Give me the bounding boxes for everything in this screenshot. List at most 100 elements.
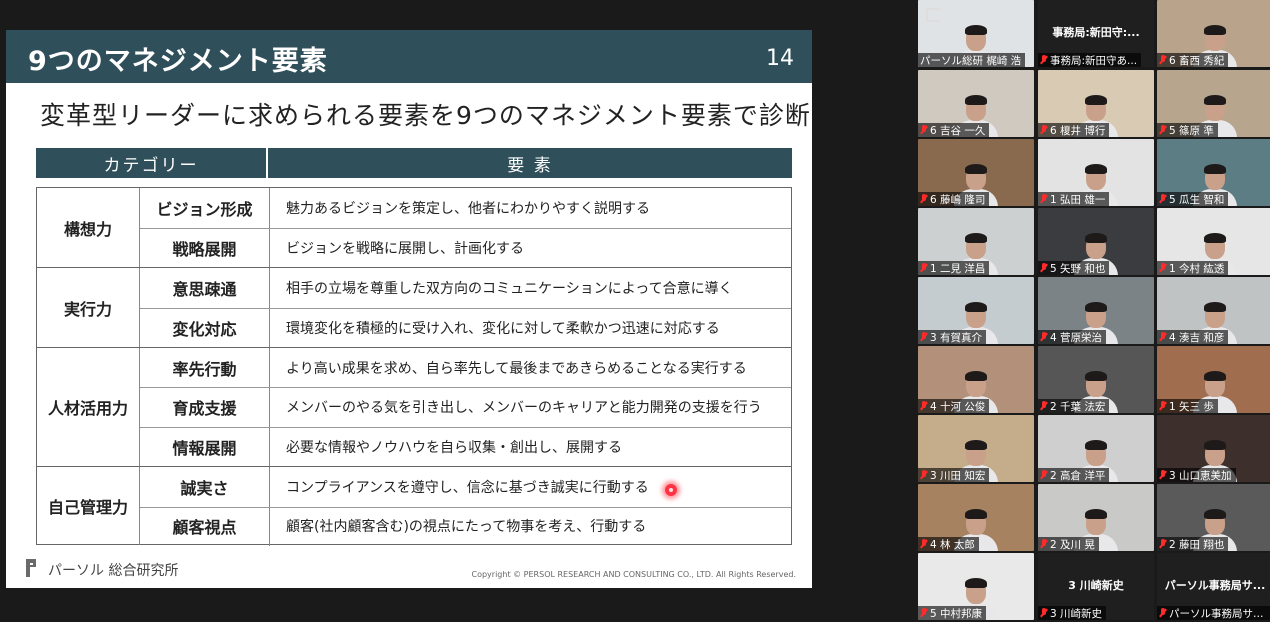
participant-name-bar: 3 山口恵美加 [1157, 468, 1236, 482]
participant-tile[interactable]: 4 湊吉 和彦 [1157, 277, 1270, 344]
muted-mic-icon [1040, 332, 1048, 342]
participant-tile[interactable]: 1 弘田 雄一 [1038, 139, 1154, 206]
participant-tile[interactable]: 2 千葉 法宏 [1038, 346, 1154, 413]
participant-name-bar: 6 吉谷 一久 [918, 123, 990, 137]
element-name: 育成支援 [140, 387, 270, 428]
muted-mic-icon [920, 401, 928, 411]
participant-tile[interactable]: 6 藤嶋 隆司 [918, 139, 1034, 206]
group-label: 構想力 [37, 188, 140, 268]
row-divider [140, 227, 791, 229]
participant-name: 4 湊吉 和彦 [1169, 331, 1225, 344]
participant-tile[interactable]: 5 中村邦康 [918, 553, 1034, 620]
element-name: 戦略展開 [140, 227, 270, 268]
element-description: ビジョンを戦略に展開し、計画化する [286, 240, 524, 257]
slide-copyright: Copyright © PERSOL RESEARCH AND CONSULTI… [471, 570, 797, 579]
participant-name: 5 中村邦康 [930, 607, 983, 620]
table-row: 情報展開 必要な情報やノウハウを自ら収集・創出し、展開する [140, 427, 791, 467]
participant-tile[interactable]: パーソル事務局サ... パーソル事務局サポ... [1157, 553, 1270, 620]
participant-tile[interactable]: パーソル総研 梶崎 浩 [918, 0, 1034, 67]
participant-tile[interactable]: 5 矢野 和也 [1038, 208, 1154, 275]
element-description: 魅力あるビジョンを策定し、他者にわかりやすく説明する [286, 200, 650, 217]
participant-tile[interactable]: 1 矢三 歩 [1157, 346, 1270, 413]
table-row: ビジョン形成 魅力あるビジョンを策定し、他者にわかりやすく説明する [140, 188, 791, 228]
participant-name: 3 川田 知宏 [930, 469, 986, 482]
muted-mic-icon [1040, 608, 1048, 618]
element-description: 相手の立場を尊重した双方向のコミュニケーションによって合意に導く [286, 281, 733, 298]
participant-name: 3 有賀真介 [930, 331, 983, 344]
participant-tile[interactable]: 5 瓜生 智和 [1157, 139, 1270, 206]
slide-footer-org: パーソル 総合研究所 [48, 563, 179, 579]
muted-mic-icon [1159, 125, 1167, 135]
laser-pointer-icon [665, 484, 677, 496]
participant-tile[interactable]: 3 有賀真介 [918, 277, 1034, 344]
participant-name: 5 矢野 和也 [1050, 262, 1106, 275]
shared-screen-slide: 9つのマネジメント要素 14 変革型リーダーに求められる要素を9つのマネジメント… [6, 30, 812, 588]
element-description: 環境変化を積極的に受け入れ、変化に対して柔軟かつ迅速に対応する [286, 320, 720, 337]
muted-mic-icon [1040, 194, 1048, 204]
participant-name-bar: 1 弘田 雄一 [1038, 192, 1110, 206]
element-name: 変化対応 [140, 308, 270, 348]
participant-tile[interactable]: 3 山口恵美加 [1157, 415, 1270, 482]
element-description: より高い成果を求め、自ら率先して最後まであきらめることなる実行する [286, 360, 747, 377]
participant-tile[interactable]: 2 藤田 翔也 [1157, 484, 1270, 551]
row-divider [140, 387, 791, 389]
muted-mic-icon [920, 263, 928, 273]
participant-tile[interactable]: 1 今村 紘透 [1157, 208, 1270, 275]
element-name: 情報展開 [140, 427, 270, 467]
participant-tile[interactable]: 6 吉谷 一久 [918, 70, 1034, 137]
table-row: 戦略展開 ビジョンを戦略に展開し、計画化する [140, 227, 791, 268]
participant-name-bar: 6 畜西 秀紀 [1157, 53, 1229, 67]
participant-tile[interactable]: 6 榎井 博行 [1038, 70, 1154, 137]
participant-tile[interactable]: 2 高倉 洋平 [1038, 415, 1154, 482]
slide-subtitle: 変革型リーダーに求められる要素を9つのマネジメント要素で診断 [40, 101, 811, 130]
participant-tile[interactable]: 4 十河 公俊 [918, 346, 1034, 413]
table-group: 人材活用力 率先行動 より高い成果を求め、自ら率先して最後まであきらめることなる実行… [37, 346, 791, 467]
participant-name-bar: 4 湊吉 和彦 [1157, 330, 1229, 344]
participant-tile[interactable]: 3 川田 知宏 [918, 415, 1034, 482]
participant-tile[interactable]: 5 篠原 準 [1157, 70, 1270, 137]
participant-tile[interactable]: 4 林 太郎 [918, 484, 1034, 551]
participant-name: 事務局:新田守あ... [1050, 54, 1138, 67]
participant-name: 3 川崎新史 [1050, 607, 1103, 620]
participant-tile[interactable]: 3 川崎新史 3 川崎新史 [1038, 553, 1154, 620]
table-row: 顧客視点 顧客(社内顧客含む)の視点にたって物事を考え、行動する [140, 506, 791, 547]
participant-name-bar: 2 藤田 翔也 [1157, 537, 1229, 551]
participant-tile[interactable]: 事務局:新田守:... 事務局:新田守あ... [1038, 0, 1154, 67]
element-description: コンプライアンスを遵守し、信念に基づき誠実に行動する [286, 479, 649, 496]
participant-name: パーソル事務局サポ... [1169, 607, 1269, 620]
participant-name: 6 畜西 秀紀 [1169, 54, 1225, 67]
participant-name: 1 弘田 雄一 [1050, 193, 1106, 206]
element-name: 意思疎通 [140, 268, 270, 309]
element-description: 必要な情報やノウハウを自ら収集・創出し、展開する [286, 440, 622, 457]
participant-display-name: 3 川崎新史 [1068, 579, 1124, 592]
management-elements-table: 構想力 ビジョン形成 魅力あるビジョンを策定し、他者にわかりやすく説明する 戦略展開ビ… [36, 187, 792, 547]
participant-tile[interactable]: 2 及川 晃 [1038, 484, 1154, 551]
element-description: 顧客(社内顧客含む)の視点にたって物事を考え、行動する [286, 519, 647, 536]
row-divider [140, 427, 791, 429]
persol-logo-icon [926, 8, 940, 22]
muted-mic-icon [920, 332, 928, 342]
participant-tile[interactable]: 6 畜西 秀紀 [1157, 0, 1270, 67]
participant-name-bar: 4 十河 公俊 [918, 399, 990, 413]
participant-name: 1 二見 洋昌 [930, 262, 986, 275]
participant-name-bar: 6 榎井 博行 [1038, 123, 1110, 137]
participant-name: 4 林 太郎 [930, 538, 975, 551]
table-row: 率先行動 より高い成果を求め、自ら率先して最後まであきらめることなる実行する [140, 347, 791, 388]
muted-mic-icon [1159, 263, 1167, 273]
row-divider [140, 506, 791, 508]
participant-name-bar: 6 藤嶋 隆司 [918, 192, 990, 206]
participant-name-bar: 4 林 太郎 [918, 537, 979, 551]
participant-name-bar: 3 有賀真介 [918, 330, 987, 344]
participant-name: 6 藤嶋 隆司 [930, 193, 986, 206]
muted-mic-icon [1040, 539, 1048, 549]
participant-name-bar: 2 高倉 洋平 [1038, 468, 1110, 482]
participant-name-bar: 3 川田 知宏 [918, 468, 990, 482]
muted-mic-icon [1040, 55, 1048, 65]
muted-mic-icon [1040, 401, 1048, 411]
participant-name-bar: 1 矢三 歩 [1157, 399, 1218, 413]
slide-title: 9つのマネジメント要素 [28, 46, 328, 77]
participant-gallery: パーソル総研 梶崎 浩 事務局:新田守:... 事務局:新田守あ... 6 畜西 秀紀… [918, 0, 1270, 622]
participant-tile[interactable]: 1 二見 洋昌 [918, 208, 1034, 275]
muted-mic-icon [1040, 263, 1048, 273]
participant-tile[interactable]: 4 菅原栄治 [1038, 277, 1154, 344]
